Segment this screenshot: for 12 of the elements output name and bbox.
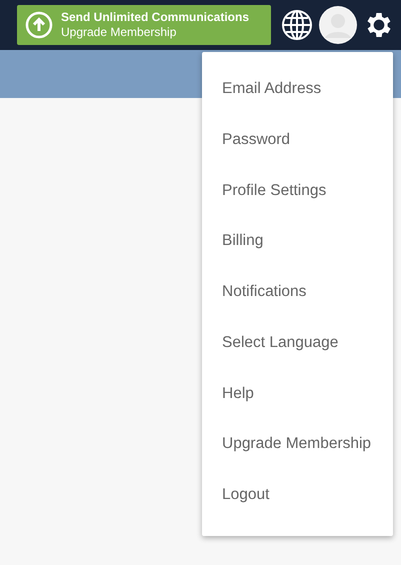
menu-item[interactable]: Help: [202, 384, 393, 434]
avatar-icon[interactable]: [319, 6, 357, 44]
menu-item[interactable]: Upgrade Membership: [202, 434, 393, 486]
menu-item[interactable]: Billing: [202, 231, 393, 282]
menu-item[interactable]: Profile Settings: [202, 180, 393, 232]
menu-item[interactable]: Email Address: [202, 79, 393, 130]
menu-item[interactable]: Notifications: [202, 282, 393, 333]
menu-item[interactable]: Password: [202, 130, 393, 181]
globe-icon[interactable]: [281, 9, 313, 41]
upload-icon: [25, 11, 53, 39]
menu-item[interactable]: Select Language: [202, 332, 393, 384]
menu-item[interactable]: Logout: [202, 485, 393, 536]
